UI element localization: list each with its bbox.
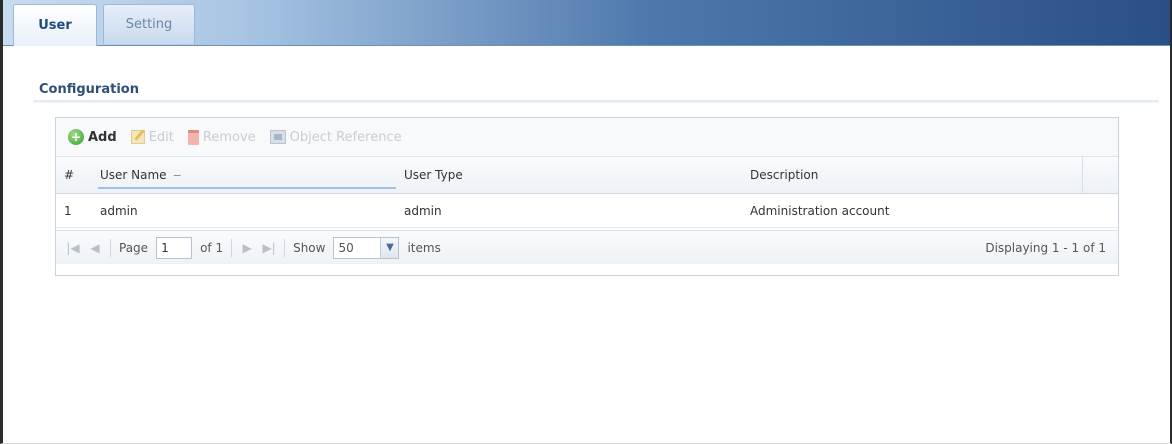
object-reference-button[interactable]: Object Reference xyxy=(269,129,402,145)
page-count-label: of 1 xyxy=(200,240,224,255)
column-header-spacer xyxy=(1082,157,1118,193)
column-header-number-label: # xyxy=(64,168,75,182)
add-label: Add xyxy=(88,129,117,145)
items-label: items xyxy=(407,240,441,255)
tab-user[interactable]: User xyxy=(13,4,97,46)
pager-separator xyxy=(110,238,111,257)
cell-number: 1 xyxy=(64,203,72,218)
add-button[interactable]: + Add xyxy=(68,129,117,145)
first-page-icon[interactable]: |◀ xyxy=(66,241,80,255)
page-label: Page xyxy=(119,240,149,255)
sort-indicator-icon: − xyxy=(172,168,182,182)
column-header-user-name[interactable]: User Name − xyxy=(92,157,396,193)
last-page-icon[interactable]: ▶| xyxy=(262,241,276,255)
next-page-icon[interactable]: ▶ xyxy=(240,241,254,255)
chevron-down-icon[interactable]: ▼ xyxy=(380,237,399,258)
cell-user-name: admin xyxy=(100,203,138,218)
show-label: Show xyxy=(293,240,326,255)
column-header-user-type-label: User Type xyxy=(404,168,463,182)
object-reference-icon xyxy=(269,130,286,144)
tab-bar: User Setting xyxy=(3,0,1170,46)
edit-label: Edit xyxy=(148,129,174,145)
table-header: # User Name − User Type Description xyxy=(56,156,1118,194)
cell-user-type: admin xyxy=(404,203,442,218)
section-divider xyxy=(33,100,1159,103)
trash-icon xyxy=(187,129,199,145)
column-header-user-name-label: User Name xyxy=(100,168,167,182)
pager-separator xyxy=(231,238,233,257)
object-reference-label: Object Reference xyxy=(289,129,402,145)
displaying-count: Displaying 1 - 1 of 1 xyxy=(985,240,1106,255)
user-grid-panel: + Add Edit Remove Object Reference # Use… xyxy=(55,117,1119,276)
pager-separator xyxy=(284,238,286,257)
column-header-description[interactable]: Description xyxy=(742,157,1082,193)
plus-circle-icon: + xyxy=(68,129,84,145)
items-per-page-value: 50 xyxy=(338,240,354,255)
items-per-page-select[interactable]: 50 ▼ xyxy=(333,236,400,259)
edit-button[interactable]: Edit xyxy=(130,129,174,145)
table-row[interactable]: 1 admin admin Administration account xyxy=(56,194,1118,228)
column-header-underline xyxy=(98,187,396,189)
pencil-icon xyxy=(130,130,145,144)
tab-setting[interactable]: Setting xyxy=(103,4,195,44)
remove-label: Remove xyxy=(202,129,256,145)
page-number-input[interactable] xyxy=(156,236,193,259)
app-window: User Setting Configuration + Add Edit Re… xyxy=(0,0,1172,444)
column-header-number[interactable]: # xyxy=(56,157,92,193)
toolbar: + Add Edit Remove Object Reference xyxy=(56,118,1118,156)
section-title: Configuration xyxy=(39,82,139,97)
pagination-bar: |◀ ◀ Page of 1 ▶ ▶| Show 50 ▼ items Disp… xyxy=(56,230,1118,264)
remove-button[interactable]: Remove xyxy=(187,129,256,145)
column-header-user-type[interactable]: User Type xyxy=(396,157,742,193)
column-header-description-label: Description xyxy=(750,168,819,182)
previous-page-icon[interactable]: ◀ xyxy=(88,241,102,255)
cell-description: Administration account xyxy=(750,203,890,218)
